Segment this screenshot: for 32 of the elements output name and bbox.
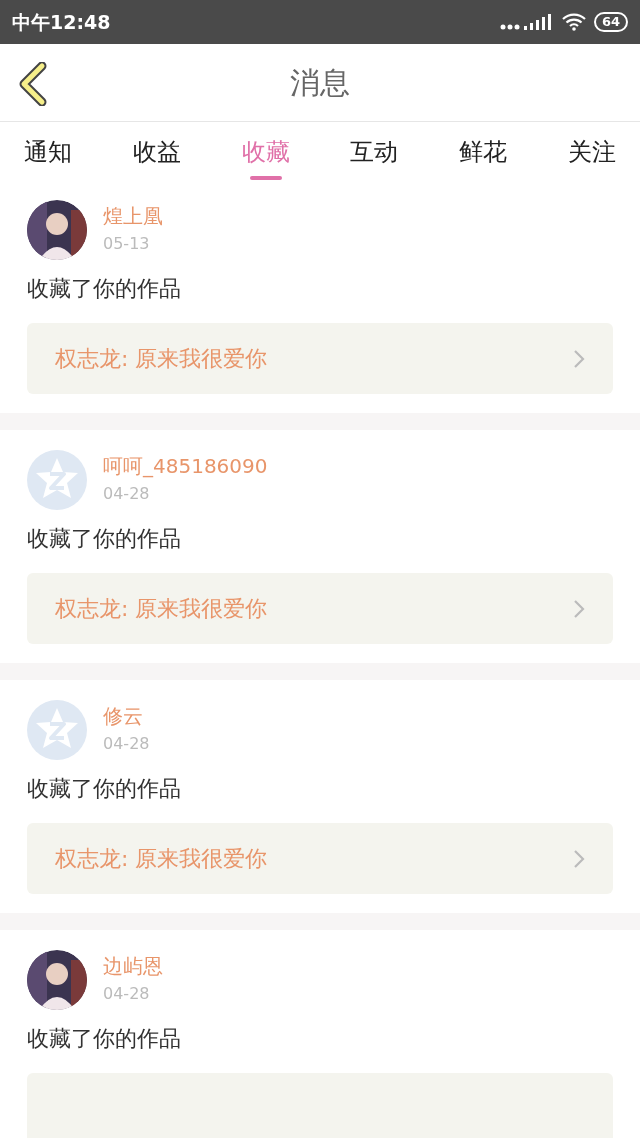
user-name[interactable]: 呵呵_485186090 — [103, 452, 268, 480]
tab[interactable]: 互动 — [350, 128, 399, 180]
tab[interactable]: 通知 — [24, 128, 72, 180]
user-name[interactable]: 边屿恩 — [103, 952, 163, 980]
message-date: 04-28 — [103, 983, 151, 1005]
default-avatar-icon — [27, 450, 87, 510]
work-link[interactable]: 权志龙: 原来我很爱你 — [27, 823, 613, 894]
message-text: 收藏了你的作品 — [27, 1025, 182, 1053]
tab[interactable]: 收益 — [132, 128, 181, 180]
tab[interactable]: 收藏 — [241, 128, 290, 180]
message-text: 收藏了你的作品 — [27, 775, 182, 803]
tab[interactable]: 关注 — [568, 128, 616, 180]
chevron-right-icon — [573, 348, 585, 369]
message-date: 04-28 — [103, 483, 151, 505]
default-avatar-icon — [27, 700, 87, 760]
wifi-icon — [561, 13, 586, 31]
chevron-right-icon — [573, 598, 585, 619]
message-text: 收藏了你的作品 — [27, 275, 182, 303]
battery-level: 64 — [593, 12, 628, 32]
user-name[interactable]: 修云 — [103, 702, 150, 730]
user-name[interactable]: 煌上凰 — [103, 202, 163, 230]
back-icon[interactable] — [18, 62, 48, 106]
tab[interactable]: 鲜花 — [459, 128, 508, 180]
signal-icon — [499, 13, 554, 31]
message-date: 05-13 — [103, 233, 151, 255]
status-time: 中午12:48 — [12, 9, 111, 35]
work-link[interactable]: 权志龙: 原来我很爱你 — [27, 323, 613, 394]
work-link[interactable]: 权志龙: 原来我很爱你 — [27, 573, 613, 644]
page-title: 消息 — [290, 64, 350, 102]
message-text: 收藏了你的作品 — [27, 525, 182, 553]
chevron-right-icon — [573, 848, 585, 869]
message-date: 04-28 — [103, 733, 150, 755]
